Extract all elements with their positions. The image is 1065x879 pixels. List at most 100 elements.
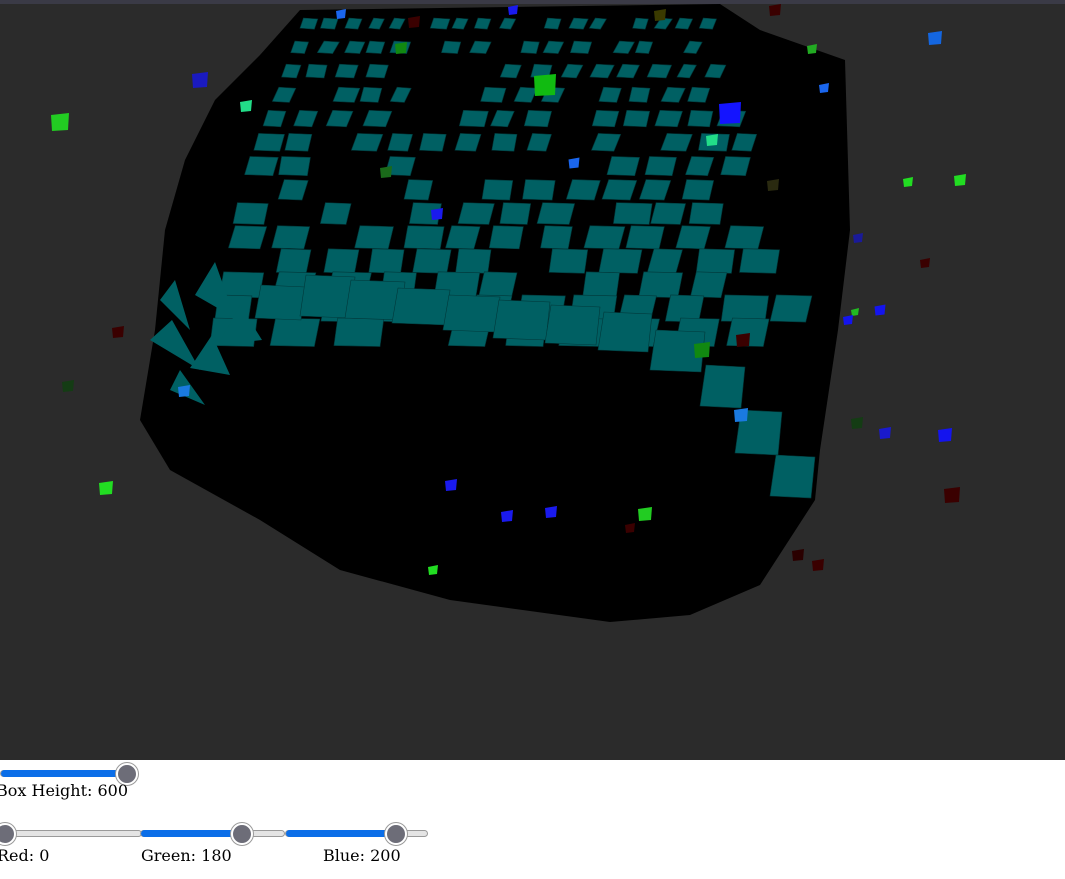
box-front-tile [492,299,551,341]
box-top-tile [695,248,735,274]
floating-confetti-square [178,385,190,397]
box-top-tile [583,225,626,250]
box-top-tile [457,202,495,225]
floating-confetti-square [62,380,74,392]
floating-confetti-square [874,304,886,316]
floating-confetti-square [719,102,741,124]
floating-confetti-square [99,481,113,495]
floating-confetti-square [380,166,392,178]
floating-confetti-square [445,479,457,491]
box-top-tile [632,17,649,30]
box-top-tile [455,248,492,274]
box-height-slider[interactable] [0,762,138,785]
box-top-tile [271,225,311,250]
box-top-tile [458,109,489,128]
box-top-tile [305,63,328,79]
box-top-tile [354,225,394,250]
box-top-tile [654,109,683,128]
box-top-tile [520,40,540,54]
box-top-tile [319,202,352,225]
floating-confetti-square [192,72,208,88]
box-top-tile [591,109,620,128]
box-top-tile [499,202,532,225]
box-top-tile [368,248,405,274]
green-slider-fill [141,830,242,837]
floating-confetti-square [508,5,518,15]
floating-confetti-square [395,42,407,54]
box-height-slider-fill [1,770,127,777]
box-top-tile [606,156,640,176]
box-front-tile [699,364,746,409]
box-top-tile [688,202,724,225]
box-top-tile [333,317,385,347]
box-top-tile [536,202,576,225]
floating-confetti-square [938,428,952,442]
floating-confetti-square [928,31,942,45]
floating-confetti-square [240,100,252,112]
box-top-tile [334,63,359,79]
box-top-tile [429,17,451,30]
box-top-tile [488,225,524,250]
box-front-tile [544,304,601,346]
box-top-tile [613,202,653,225]
box-top-tile [228,225,268,250]
box-top-tile [628,86,651,103]
floating-confetti-square [706,134,718,146]
blue-slider[interactable] [285,822,428,845]
floating-confetti-square [920,258,930,268]
box-front-tile [391,287,451,326]
box-top-tile [598,248,643,274]
floating-confetti-square [736,333,750,347]
floating-confetti-square [807,44,817,54]
box-top-tile [540,225,573,250]
floating-confetti-square [851,417,863,429]
box-front-tile [597,311,653,353]
red-slider-thumb[interactable] [0,822,16,845]
floating-confetti-square [879,427,891,439]
floating-confetti-square [843,315,853,325]
box-top-tile [299,17,319,30]
box-top-tile [582,271,620,299]
blue-slider-thumb[interactable] [384,822,407,845]
box-top-tile [690,271,728,299]
floating-confetti-square [534,74,556,96]
box-top-tile [724,225,765,250]
box-top-tile [622,109,651,128]
floating-confetti-square [812,559,824,571]
box-top-tile [278,156,311,176]
box-top-tile [720,294,769,323]
box-top-tile [543,17,562,30]
green-slider-thumb[interactable] [230,822,253,845]
box-top-tile [681,179,715,201]
box-top-tile [359,86,383,103]
box-top-tile [419,133,447,152]
floating-confetti-square [545,506,557,518]
box-front-tile [769,454,816,499]
box-top-tile [650,202,686,225]
floating-confetti-square [408,16,420,28]
box-top-tile [769,294,813,323]
box-front-tile [254,284,306,321]
box-top-tile [523,109,552,128]
floating-confetti-square [501,510,513,522]
floating-confetti-square [638,507,652,521]
floating-confetti-square [654,9,666,21]
box-top-tile [244,156,279,176]
green-label: Green: 180 [141,846,232,865]
canvas-top-border [0,0,1065,4]
floating-confetti-square [51,113,69,131]
voxel-box-render [51,4,966,622]
floating-confetti-square [853,233,863,243]
box-top-tile [445,225,481,250]
box-top-tile [481,179,514,201]
box-top-tile [491,133,518,152]
box-top-tile [275,248,312,274]
box-top-tile [739,248,780,274]
floating-confetti-square [734,408,748,422]
green-slider[interactable] [140,822,285,845]
box-top-tile [565,179,601,201]
floating-confetti-square [792,549,804,561]
3d-scene-canvas[interactable] [0,0,1065,760]
box-top-tile [644,156,677,176]
red-slider[interactable] [0,822,142,845]
